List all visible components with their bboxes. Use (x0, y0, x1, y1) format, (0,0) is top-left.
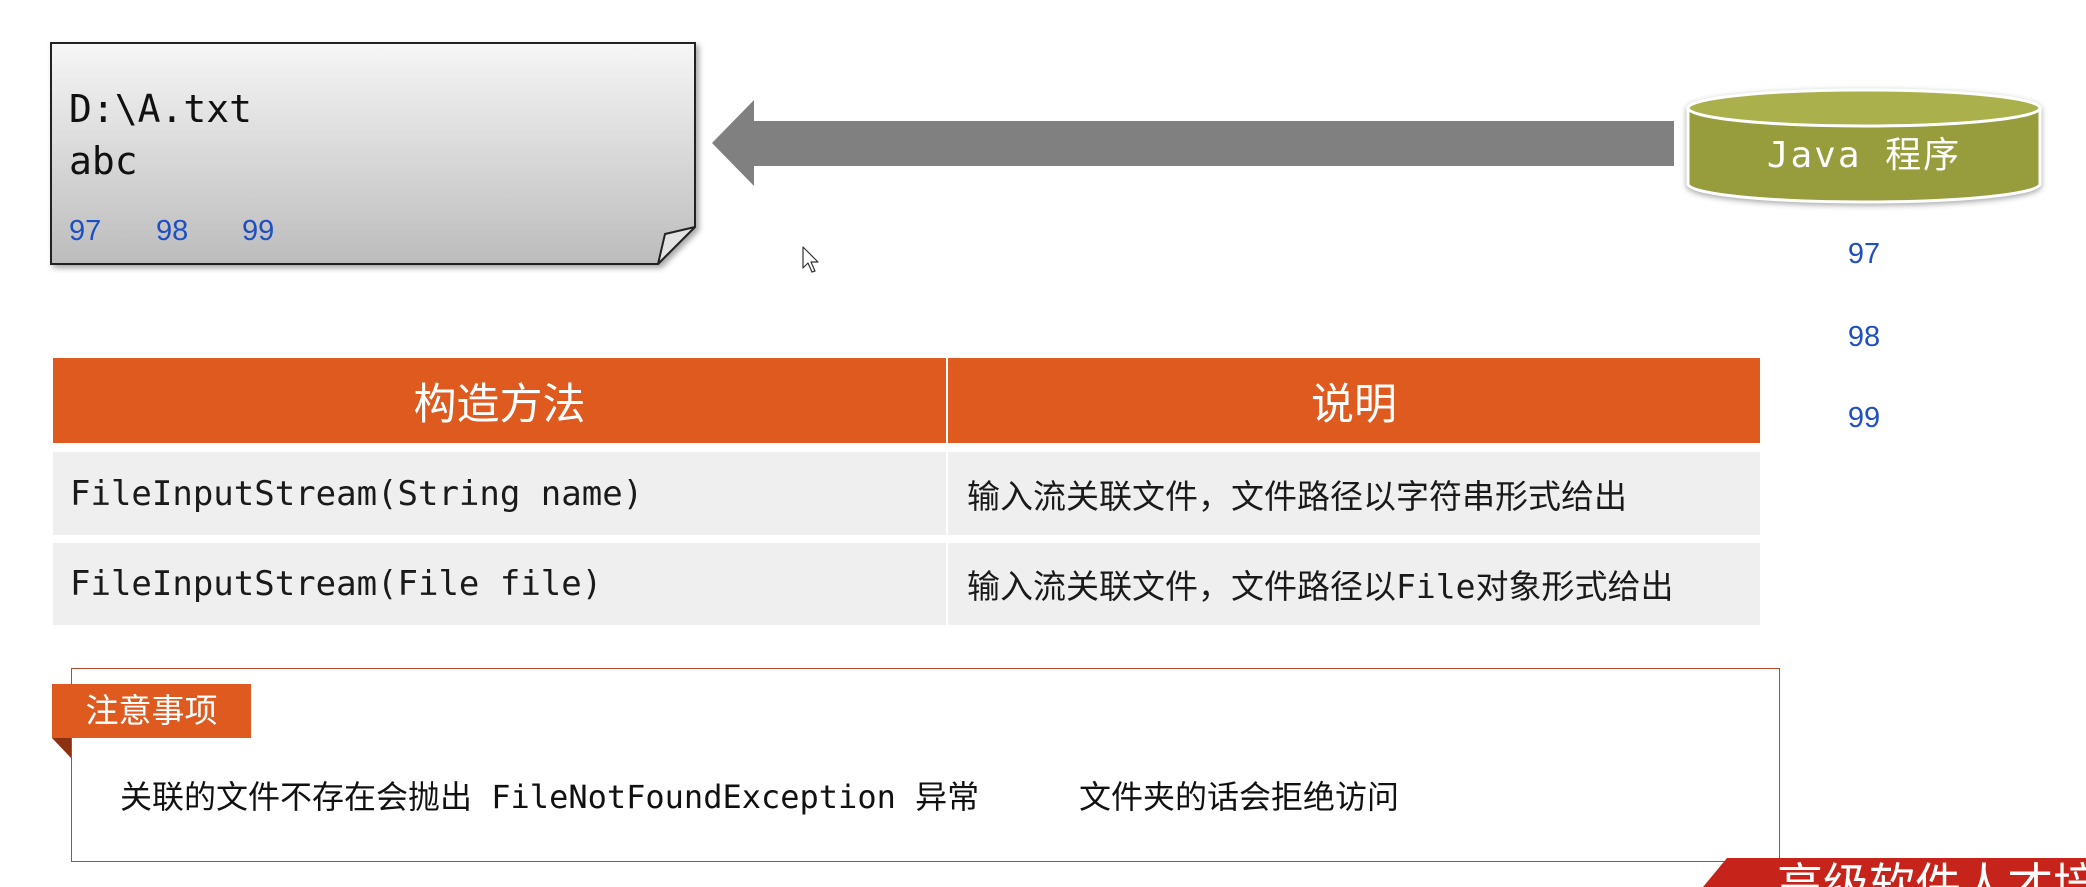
file-byte-value: 97 (69, 215, 102, 247)
left-arrow-shape (712, 100, 1674, 186)
file-content: abc (69, 139, 138, 183)
table-cell-constructor: FileInputStream(String name) (53, 452, 946, 535)
file-path: D:\A.txt (69, 87, 253, 131)
banner-text: 高级软件人才培训 (1777, 858, 2086, 887)
note-text: 关联的文件不存在会抛出 FileNotFoundException 异常 (120, 778, 980, 816)
file-document-shape (50, 42, 696, 265)
note-box (71, 668, 1780, 862)
slide: D:\A.txt abc 97 98 99 Java 程序 97 98 99 构… (0, 0, 2086, 887)
read-value: 98 (1847, 321, 1881, 353)
table-cell-description: 输入流关联文件，文件路径以File对象形式给出 (948, 543, 1760, 625)
note-text: 文件夹的话会拒绝访问 (1079, 778, 1400, 816)
table-header-constructor: 构造方法 (53, 358, 946, 443)
mouse-pointer-icon (802, 246, 819, 273)
table-header-description: 说明 (948, 358, 1760, 443)
note-title: 注意事项 (52, 684, 251, 738)
read-value: 97 (1847, 238, 1881, 270)
program-label: Java 程序 (1766, 135, 1962, 176)
read-value: 99 (1847, 402, 1881, 434)
table-cell-description: 输入流关联文件，文件路径以字符串形式给出 (948, 452, 1760, 535)
ribbon-fold-shape (52, 738, 71, 758)
table-cell-constructor: FileInputStream(File file) (53, 543, 946, 625)
file-byte-value: 99 (242, 215, 275, 247)
file-byte-value: 98 (156, 215, 189, 247)
